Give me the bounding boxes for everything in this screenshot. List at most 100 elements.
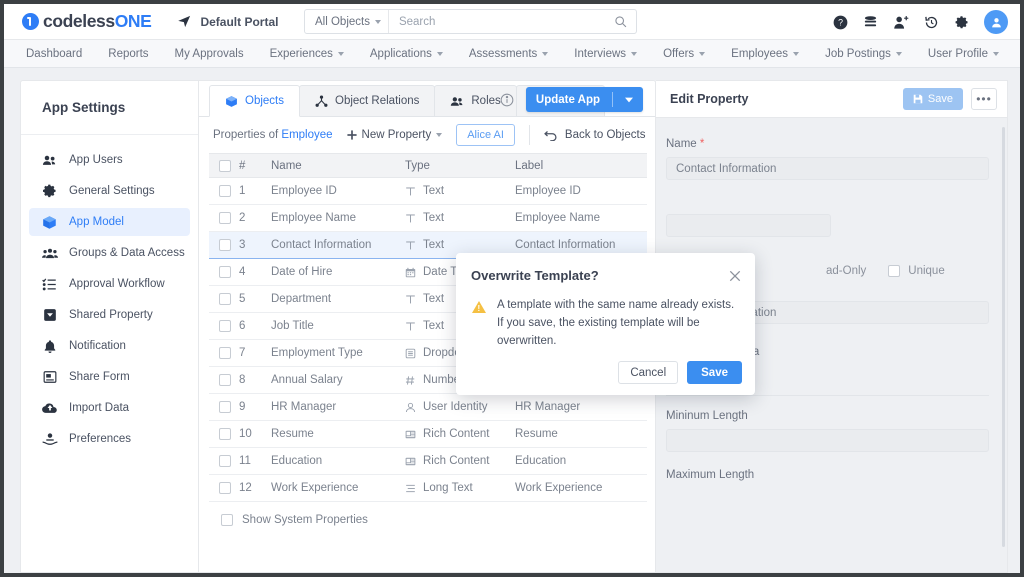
- table-row[interactable]: 1 Employee ID Text Employee ID: [209, 177, 647, 205]
- nav-item-dashboard[interactable]: Dashboard: [26, 48, 82, 60]
- nav-item-offers[interactable]: Offers: [663, 48, 706, 60]
- sidebar-item-shared-property[interactable]: Shared Property: [29, 301, 190, 329]
- row-select-cell[interactable]: [209, 447, 239, 475]
- sidebar-item-label: Import Data: [69, 402, 130, 414]
- preferences-icon: [41, 432, 58, 446]
- cancel-button[interactable]: Cancel: [618, 361, 679, 384]
- row-select-cell[interactable]: [209, 204, 239, 232]
- minimum-length-input[interactable]: [666, 429, 989, 452]
- chevron-down-icon: [993, 51, 999, 56]
- avatar[interactable]: [984, 10, 1008, 34]
- global-search[interactable]: All Objects: [304, 9, 637, 34]
- row-number: 11: [239, 447, 271, 475]
- row-checkbox[interactable]: [219, 428, 231, 440]
- field-name: Name * Contact Information: [666, 138, 989, 180]
- users-icon: [41, 153, 58, 168]
- properties-prefix: Properties of: [213, 129, 279, 141]
- sidebar-item-general-settings[interactable]: General Settings: [29, 177, 190, 205]
- panel-scrollbar[interactable]: [1002, 127, 1005, 547]
- search-scope-dropdown[interactable]: All Objects: [305, 10, 389, 33]
- sidebar-item-notification[interactable]: Notification: [29, 332, 190, 360]
- close-icon[interactable]: [729, 270, 741, 282]
- row-select-cell[interactable]: [209, 393, 239, 421]
- sidebar-item-groups-data-access[interactable]: Groups & Data Access: [29, 239, 190, 267]
- row-select-cell[interactable]: [209, 339, 239, 367]
- nav-item-my-approvals[interactable]: My Approvals: [175, 48, 244, 60]
- row-checkbox[interactable]: [219, 482, 231, 494]
- tab-object-relations[interactable]: Object Relations: [299, 85, 436, 116]
- save-button[interactable]: Save: [687, 361, 742, 384]
- add-user-icon[interactable]: [893, 15, 909, 30]
- unique-checkbox[interactable]: [888, 265, 901, 277]
- search-input[interactable]: [388, 15, 614, 28]
- row-select-cell[interactable]: [209, 231, 239, 259]
- select-all-checkbox[interactable]: [219, 159, 231, 172]
- brand-logo[interactable]: codelessONE: [22, 11, 152, 32]
- update-app-button[interactable]: Update App: [525, 87, 643, 112]
- property-save-button[interactable]: Save: [902, 88, 963, 110]
- select-all-header[interactable]: [209, 153, 239, 178]
- properties-object-link[interactable]: Employee: [281, 129, 332, 141]
- row-checkbox[interactable]: [219, 239, 231, 251]
- dialog-header: Overwrite Template?: [456, 253, 755, 283]
- sidebar-item-label: Notification: [69, 340, 126, 352]
- chevron-down-icon[interactable]: [625, 97, 633, 103]
- row-select-cell[interactable]: [209, 312, 239, 340]
- nav-item-reports[interactable]: Reports: [108, 48, 148, 60]
- gear-icon[interactable]: [954, 15, 969, 30]
- portal-selector[interactable]: Default Portal: [177, 14, 278, 29]
- tab-objects[interactable]: Objects: [209, 85, 300, 117]
- nav-item-interviews[interactable]: Interviews: [574, 48, 638, 60]
- sidebar-item-approval-workflow[interactable]: Approval Workflow: [29, 270, 190, 298]
- row-select-cell[interactable]: [209, 177, 239, 205]
- table-row[interactable]: 10 Resume Rich Content Resume: [209, 420, 647, 448]
- row-select-cell[interactable]: [209, 474, 239, 502]
- row-checkbox[interactable]: [219, 401, 231, 413]
- nav-item-employees[interactable]: Employees: [731, 48, 800, 60]
- row-checkbox[interactable]: [219, 374, 231, 386]
- table-row[interactable]: 12 Work Experience Long Text Work Experi…: [209, 474, 647, 502]
- row-checkbox[interactable]: [219, 320, 231, 332]
- row-checkbox[interactable]: [219, 293, 231, 305]
- row-select-cell[interactable]: [209, 366, 239, 394]
- info-icon[interactable]: [500, 93, 514, 107]
- row-checkbox[interactable]: [219, 212, 231, 224]
- user-icon: [405, 402, 416, 413]
- row-checkbox[interactable]: [219, 347, 231, 359]
- field-label-input[interactable]: [666, 214, 831, 237]
- row-checkbox[interactable]: [219, 185, 231, 197]
- sidebar-item-share-form[interactable]: Share Form: [29, 363, 190, 391]
- table-row[interactable]: 11 Education Rich Content Education: [209, 447, 647, 475]
- table-row[interactable]: 2 Employee Name Text Employee Name: [209, 204, 647, 232]
- help-icon[interactable]: ?: [833, 15, 848, 30]
- save-disk-icon: [913, 94, 923, 104]
- row-select-cell[interactable]: [209, 258, 239, 286]
- search-icon[interactable]: [614, 15, 636, 28]
- back-to-objects-button[interactable]: Back to Objects: [544, 129, 645, 141]
- nav-item-job-postings[interactable]: Job Postings: [825, 48, 902, 60]
- database-icon[interactable]: [863, 15, 878, 30]
- new-property-button[interactable]: New Property: [346, 129, 443, 141]
- show-system-properties-row[interactable]: Show System Properties: [209, 502, 647, 526]
- nav-item-experiences[interactable]: Experiences: [270, 48, 344, 60]
- sidebar-item-preferences[interactable]: Preferences: [29, 425, 190, 453]
- row-select-cell[interactable]: [209, 285, 239, 313]
- sidebar-item-app-model[interactable]: App Model: [29, 208, 190, 236]
- show-system-properties-checkbox[interactable]: [221, 514, 233, 526]
- sidebar-item-import-data[interactable]: Import Data: [29, 394, 190, 422]
- history-icon[interactable]: [924, 15, 939, 30]
- row-checkbox[interactable]: [219, 266, 231, 278]
- number-icon: [405, 375, 416, 386]
- field-name-input[interactable]: Contact Information: [666, 157, 989, 180]
- property-more-button[interactable]: •••: [971, 88, 997, 110]
- search-scope-label: All Objects: [315, 15, 370, 28]
- nav-item-assessments[interactable]: Assessments: [469, 48, 549, 60]
- row-checkbox[interactable]: [219, 455, 231, 467]
- table-row[interactable]: 9 HR Manager User Identity HR Manager: [209, 393, 647, 421]
- row-select-cell[interactable]: [209, 420, 239, 448]
- sidebar-item-app-users[interactable]: App Users: [29, 146, 190, 174]
- alice-ai-button[interactable]: Alice AI: [456, 124, 515, 146]
- divider: [612, 92, 613, 107]
- nav-item-applications[interactable]: Applications: [370, 48, 443, 60]
- nav-item-user-profile[interactable]: User Profile: [928, 48, 999, 60]
